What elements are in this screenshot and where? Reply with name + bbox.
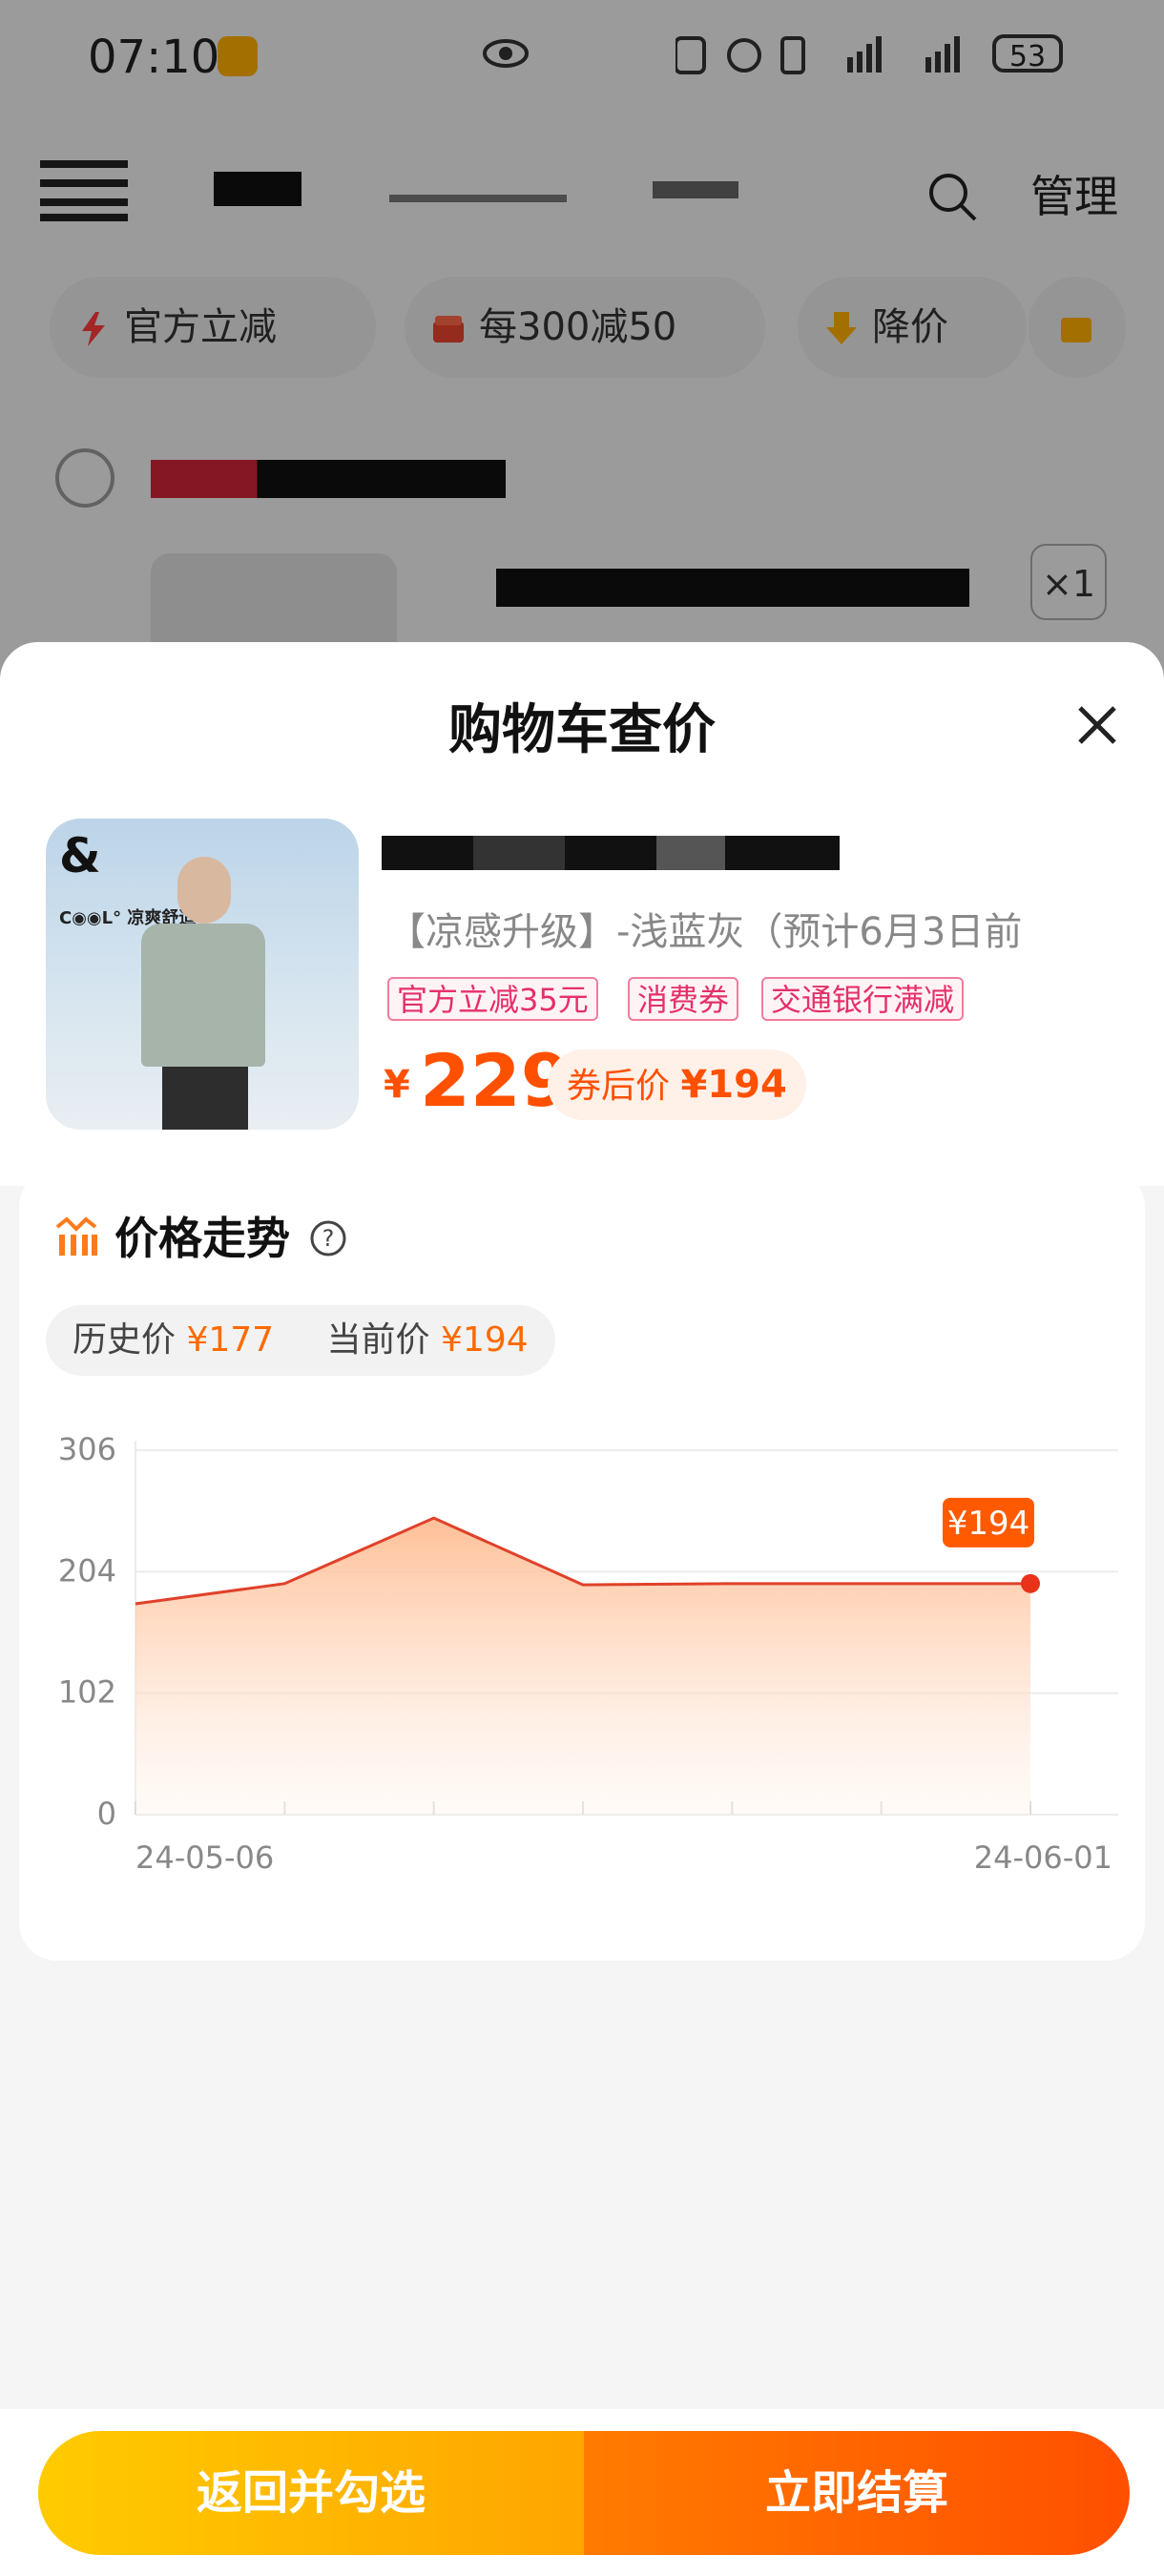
history-price-label: 历史价 [73,1320,177,1360]
x-tick-label: 24-05-06 [135,1839,274,1876]
history-price-value: ¥177 [186,1320,275,1360]
model-pants [162,1067,248,1130]
dim-overlay[interactable] [0,0,1164,668]
y-tick-label: 204 [58,1552,116,1589]
product-thumbnail[interactable]: & C◉◉L° 凉爽舒适 [46,819,359,1130]
promo-tag: 交通银行满减 [761,977,965,1021]
y-tick-label: 306 [58,1431,116,1467]
after-coupon-label: 券后价 [567,1067,671,1106]
trend-title: 价格走势 [114,1213,290,1264]
model-shirt [141,924,265,1067]
checkout-button[interactable]: 立即结算 [584,2431,1130,2555]
current-price-value: ¥194 [441,1320,529,1360]
return-and-select-button[interactable]: 返回并勾选 [38,2431,584,2555]
product-variant: 【凉感升级】-浅蓝灰（预计6月3日前 [387,910,1023,954]
price-area [135,1518,1030,1815]
promo-tag: 官方立减35元 [387,977,598,1021]
brand-logo: & [59,828,101,883]
promo-tag: 消费券 [628,977,739,1021]
help-icon[interactable]: ? [309,1219,347,1257]
current-price-marker [1021,1573,1040,1593]
product-name-redacted [382,832,916,870]
y-tick-label: 0 [97,1796,116,1832]
price-currency: ¥ [384,1063,410,1107]
y-tick-label: 102 [58,1674,116,1711]
close-icon[interactable] [1069,696,1126,754]
x-tick-label: 24-06-01 [974,1839,1112,1876]
price-trend-chart: 0 102 204 306 ¥194 24-05-06 24-06-01 [58,1431,1118,1876]
after-coupon-value: ¥194 [680,1063,787,1107]
sheet-title: 购物车查价 [448,699,716,761]
after-coupon-price: 券后价 ¥194 [548,1049,806,1120]
model-head [177,857,231,924]
trend-chart-icon [55,1216,97,1256]
price-summary: 历史价 ¥177 当前价 ¥194 [46,1305,555,1376]
current-price-label: 当前价 [326,1320,430,1360]
svg-text:?: ? [322,1225,335,1252]
current-price-badge-label: ¥194 [947,1505,1030,1543]
